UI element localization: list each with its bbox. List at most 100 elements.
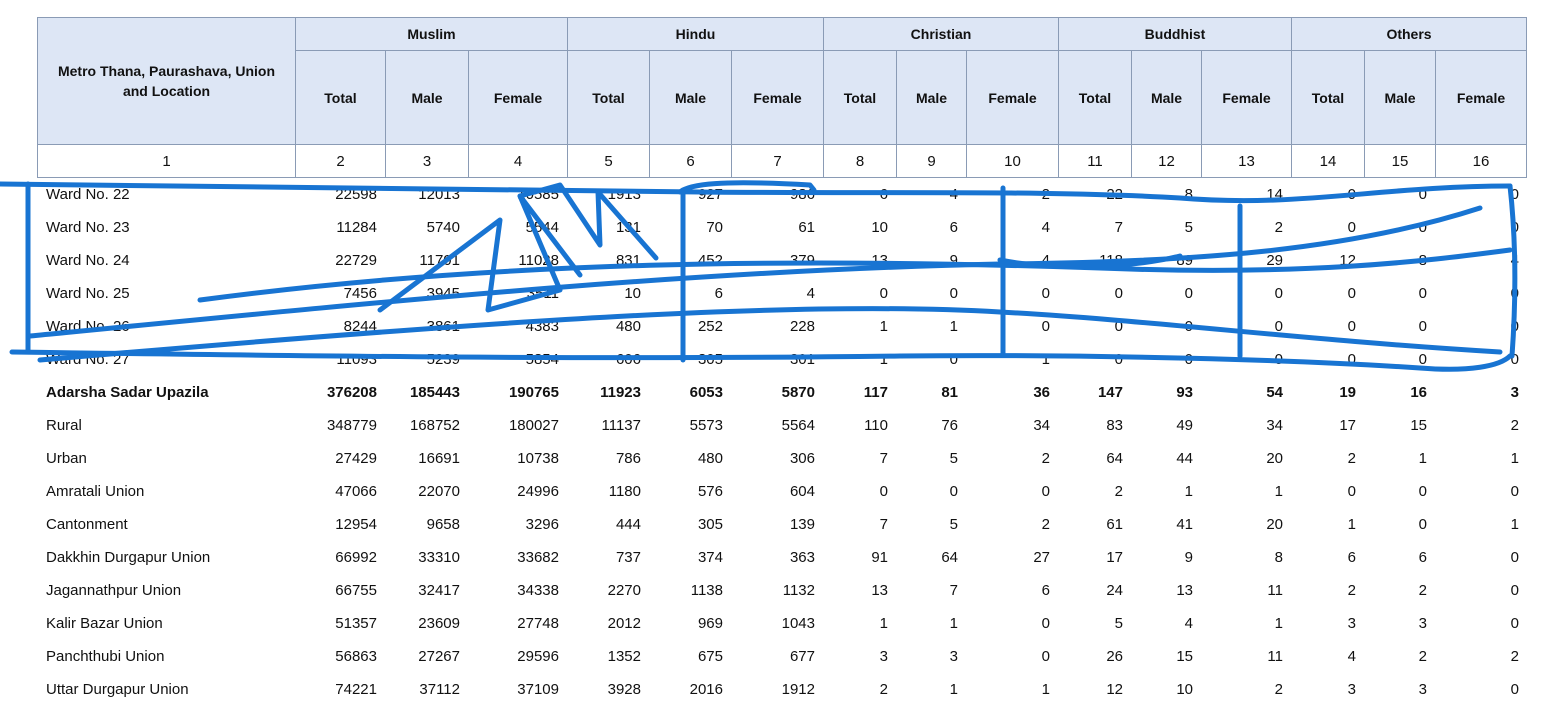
value-cell: 0 (1510, 318, 1519, 335)
value-cell: 0 (1274, 351, 1283, 368)
value-cell: 185443 (409, 384, 460, 401)
location-name-cell: Rural (46, 417, 82, 434)
value-cell: 4 (1347, 648, 1356, 665)
value-cell: 5 (1114, 615, 1123, 632)
value-cell: 2 (1041, 450, 1050, 467)
value-cell: 0 (1510, 186, 1519, 203)
value-cell: 0 (1418, 516, 1427, 533)
location-name-cell: Ward No. 27 (46, 351, 130, 368)
value-cell: 1 (949, 615, 958, 632)
sub-header-total: Total (1058, 50, 1132, 145)
value-cell: 2 (1274, 219, 1283, 236)
value-cell: 480 (697, 450, 723, 467)
value-cell: 0 (1510, 549, 1519, 566)
value-cell: 117 (863, 384, 888, 401)
value-cell: 131 (615, 219, 641, 236)
value-cell: 9658 (426, 516, 460, 533)
value-cell: 0 (1041, 615, 1050, 632)
value-cell: 110 (864, 417, 888, 434)
sub-header-total: Total (295, 50, 386, 145)
value-cell: 29 (1266, 252, 1283, 269)
value-cell: 33310 (418, 549, 460, 566)
value-cell: 0 (949, 483, 958, 500)
value-cell: 5854 (525, 351, 559, 368)
value-cell: 49 (1176, 417, 1193, 434)
value-cell: 34 (1033, 417, 1050, 434)
value-cell: 0 (1184, 318, 1193, 335)
value-cell: 5564 (781, 417, 815, 434)
value-cell: 1 (879, 318, 888, 335)
value-cell: 66992 (335, 549, 377, 566)
table-header: Metro Thana, Paurashava, Union and Locat… (37, 17, 1527, 178)
value-cell: 139 (789, 516, 815, 533)
value-cell: 0 (1418, 219, 1427, 236)
value-cell: 0 (1510, 219, 1519, 236)
column-number: 9 (896, 144, 967, 178)
value-cell: 5 (949, 516, 958, 533)
value-cell: 22070 (418, 483, 460, 500)
value-cell: 0 (1274, 285, 1283, 302)
value-cell: 675 (697, 648, 723, 665)
value-cell: 0 (1347, 219, 1356, 236)
column-number: 2 (295, 144, 386, 178)
value-cell: 7 (879, 450, 888, 467)
value-cell: 3 (1347, 615, 1356, 632)
table-body: Ward No. 22 22598 12013 10585 1913 927 986 6 4 2 2… (37, 178, 1519, 706)
column-number: 6 (649, 144, 732, 178)
value-cell: 8 (1184, 186, 1193, 203)
value-cell: 2 (879, 681, 888, 698)
value-cell: 64 (1106, 450, 1123, 467)
value-cell: 20 (1266, 450, 1283, 467)
value-cell: 0 (1347, 318, 1356, 335)
location-name-cell: Uttar Durgapur Union (46, 681, 189, 698)
value-cell: 480 (615, 318, 641, 335)
value-cell: 64 (941, 549, 958, 566)
column-number: 7 (731, 144, 824, 178)
value-cell: 376208 (326, 384, 377, 401)
value-cell: 252 (697, 318, 723, 335)
value-cell: 12954 (335, 516, 377, 533)
value-cell: 1138 (690, 582, 723, 599)
value-cell: 1 (949, 318, 958, 335)
sub-header-male: Male (1131, 50, 1202, 145)
value-cell: 9 (949, 252, 958, 269)
column-number: 3 (385, 144, 469, 178)
hindu-group-header: Hindu (567, 17, 824, 51)
value-cell: 0 (1274, 318, 1283, 335)
value-cell: 180027 (508, 417, 559, 434)
value-cell: 56863 (335, 648, 377, 665)
value-cell: 0 (1418, 351, 1427, 368)
value-cell: 0 (1114, 318, 1123, 335)
value-cell: 36 (1033, 384, 1050, 401)
value-cell: 0 (1510, 615, 1519, 632)
value-cell: 23609 (418, 615, 460, 632)
value-cell: 0 (1510, 285, 1519, 302)
value-cell: 1 (1274, 483, 1283, 500)
value-cell: 15 (1410, 417, 1427, 434)
value-cell: 5239 (426, 351, 460, 368)
value-cell: 7 (949, 582, 958, 599)
value-cell: 305 (697, 516, 723, 533)
value-cell: 1132 (782, 582, 815, 599)
location-name-cell: Adarsha Sadar Upazila (46, 384, 209, 401)
value-cell: 1180 (608, 483, 641, 500)
value-cell: 6 (949, 219, 958, 236)
value-cell: 8 (1418, 252, 1427, 269)
value-cell: 12013 (418, 186, 460, 203)
value-cell: 70 (706, 219, 723, 236)
value-cell: 22 (1106, 186, 1123, 203)
value-cell: 17 (1106, 549, 1123, 566)
value-cell: 3296 (525, 516, 559, 533)
location-name-cell: Kalir Bazar Union (46, 615, 163, 632)
value-cell: 0 (879, 285, 888, 302)
location-column-header: Metro Thana, Paurashava, Union and Locat… (37, 17, 296, 145)
value-cell: 51357 (335, 615, 377, 632)
value-cell: 13 (1176, 582, 1193, 599)
sub-header-total: Total (567, 50, 650, 145)
value-cell: 41 (1176, 516, 1193, 533)
table-row: Panchthubi Union 56863 27267 29596 1352 675 67… (37, 640, 1519, 673)
value-cell: 7 (1114, 219, 1123, 236)
value-cell: 13 (871, 252, 888, 269)
value-cell: 1 (1510, 450, 1519, 467)
value-cell: 47066 (335, 483, 377, 500)
